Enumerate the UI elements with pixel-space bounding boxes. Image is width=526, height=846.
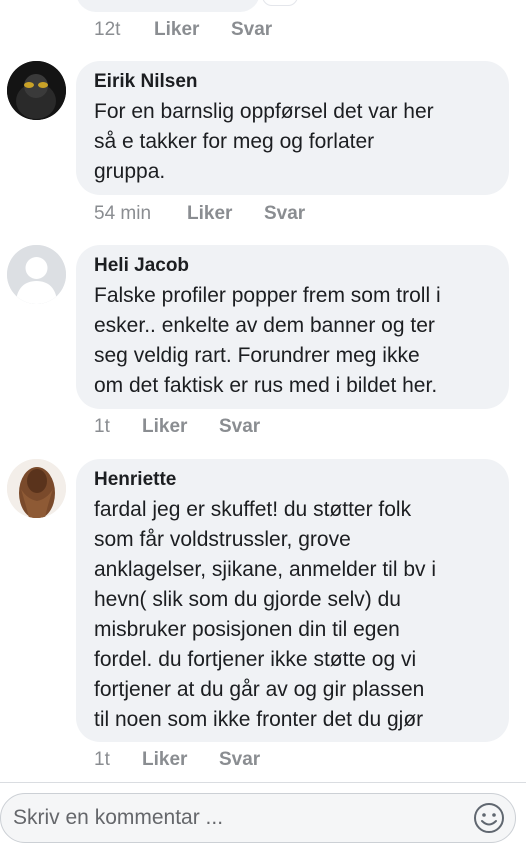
default-profile-icon <box>7 245 66 304</box>
comment-actions: 1t Liker Svar <box>94 749 394 773</box>
smiley-icon[interactable] <box>473 802 505 834</box>
reply-button[interactable]: Svar <box>231 19 272 41</box>
like-button[interactable]: Liker <box>142 749 187 771</box>
comment-composer: Skriv en kommentar ... <box>0 782 526 846</box>
comment-text: Falske profiler popper frem som troll i … <box>94 284 441 397</box>
comment-text: For en barnslig oppførsel det var her så… <box>94 100 434 183</box>
comment-input[interactable]: Skriv en kommentar ... <box>0 793 516 843</box>
reply-button[interactable]: Svar <box>264 203 305 225</box>
avatar-photo-icon <box>7 61 66 120</box>
previous-comment-bubble-fragment <box>76 0 260 12</box>
avatar[interactable] <box>7 61 66 120</box>
comment-time: 12t <box>94 19 121 40</box>
comment-bubble: Heli Jacob Falske profiler popper frem s… <box>76 245 509 409</box>
comment-time: 54 min <box>94 203 152 224</box>
like-button[interactable]: Liker <box>154 19 199 41</box>
comment-actions: 54 min Liker Svar <box>94 203 394 227</box>
comment-bubble: Eirik Nilsen For en barnslig oppførsel d… <box>76 61 509 195</box>
avatar[interactable] <box>7 459 66 518</box>
like-button[interactable]: Liker <box>187 203 232 225</box>
reply-button[interactable]: Svar <box>219 416 260 438</box>
reply-button[interactable]: Svar <box>219 749 260 771</box>
comment-author[interactable]: Eirik Nilsen <box>94 71 491 93</box>
comment-bubble: Henriette fardal jeg er skuffet! du støt… <box>76 459 509 742</box>
comment-time: 1t <box>94 749 110 770</box>
comment-author[interactable]: Henriette <box>94 469 491 491</box>
previous-comment-actions: 12t Liker Svar <box>94 19 394 43</box>
like-button[interactable]: Liker <box>142 416 187 438</box>
avatar[interactable] <box>7 245 66 304</box>
comment-author[interactable]: Heli Jacob <box>94 255 491 277</box>
comment-text: fardal jeg er skuffet! du støtter folk s… <box>94 498 437 731</box>
comment-time: 1t <box>94 416 110 437</box>
avatar-photo-icon <box>7 459 66 518</box>
comment-input-placeholder: Skriv en kommentar ... <box>13 806 224 829</box>
previous-comment-reaction-fragment <box>262 0 298 6</box>
comment-actions: 1t Liker Svar <box>94 416 394 440</box>
